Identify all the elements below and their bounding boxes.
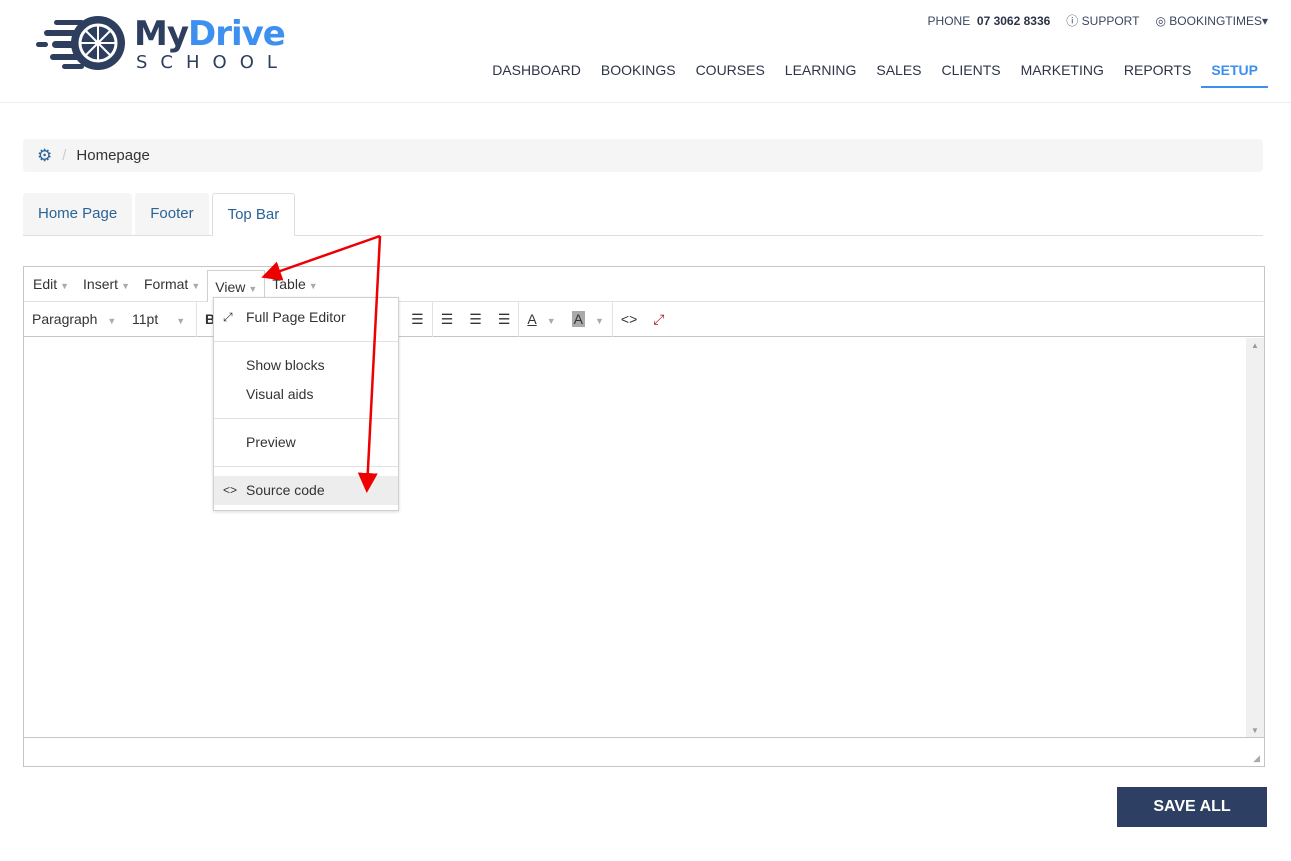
editor-statusbar: ◢ (24, 737, 1264, 766)
save-all-button[interactable]: SAVE ALL (1117, 787, 1267, 827)
source-code-button[interactable]: <> (613, 302, 645, 337)
expand-icon: ⤢ (223, 310, 233, 324)
nav-clients[interactable]: CLIENTS (932, 62, 1011, 88)
block-format-select[interactable]: Paragraph ▼ (24, 302, 124, 337)
question-circle-icon: ⓘ (1066, 14, 1079, 28)
code-icon: <> (223, 483, 238, 497)
brand-name: MyDrive (134, 14, 286, 54)
menu-item-show-blocks[interactable]: Show blocks (214, 351, 398, 380)
nav-setup[interactable]: SETUP (1201, 62, 1268, 88)
menu-edit[interactable]: Edit ▼ (26, 267, 76, 302)
header: MyDrive SCHOOL PHONE 07 3062 8336 ⓘ SUPP… (0, 0, 1291, 103)
editor-content-area[interactable] (24, 338, 1246, 738)
support-link[interactable]: ⓘ SUPPORT (1066, 12, 1139, 29)
resize-handle-icon[interactable]: ◢ (1253, 753, 1260, 764)
brand-subtitle: SCHOOL (136, 52, 290, 73)
editor-toolbar: Paragraph ▼ 11pt ▼ B ☰ ☰ ☰ ☰ A ▼ A ▼ <> ⤢ (24, 301, 1264, 337)
wheel-logo-icon (36, 16, 125, 70)
text-color-button[interactable]: A ▼ (519, 302, 563, 337)
nav-bookings[interactable]: BOOKINGS (591, 62, 686, 88)
nav-sales[interactable]: SALES (866, 62, 931, 88)
tab-footer[interactable]: Footer (135, 193, 209, 235)
account-menu[interactable]: ◎ BOOKINGTIMES▾ (1155, 14, 1268, 28)
numbered-list-icon[interactable]: ☰ (403, 302, 432, 337)
user-circle-icon: ◎ (1155, 13, 1166, 28)
nav-reports[interactable]: REPORTS (1114, 62, 1201, 88)
breadcrumb-current: Homepage (76, 147, 150, 164)
nav-courses[interactable]: COURSES (686, 62, 775, 88)
tab-top-bar[interactable]: Top Bar (211, 193, 296, 236)
phone: PHONE 07 3062 8336 (927, 13, 1051, 28)
menu-item-full-page-editor[interactable]: ⤢ Full Page Editor (214, 303, 398, 332)
nav-marketing[interactable]: MARKETING (1011, 62, 1114, 88)
main-nav: DASHBOARD BOOKINGS COURSES LEARNING SALE… (482, 62, 1268, 88)
scroll-up-icon[interactable]: ▲ (1246, 341, 1264, 350)
top-info: PHONE 07 3062 8336 ⓘ SUPPORT ◎ BOOKINGTI… (928, 12, 1268, 29)
menu-item-visual-aids[interactable]: Visual aids (214, 380, 398, 409)
editor-menubar: Edit ▼ Insert ▼ Format ▼ View ▼ Table ▼ (24, 267, 1264, 302)
menu-insert[interactable]: Insert ▼ (76, 267, 137, 302)
font-size-select[interactable]: 11pt ▼ (124, 302, 196, 337)
align-center-icon[interactable]: ☰ (461, 302, 490, 337)
view-menu-dropdown: ⤢ Full Page Editor Show blocks Visual aid… (213, 297, 399, 511)
menu-format[interactable]: Format ▼ (137, 267, 207, 302)
nav-learning[interactable]: LEARNING (775, 62, 867, 88)
caret-down-icon: ▾ (1261, 13, 1268, 28)
fullscreen-icon[interactable]: ⤢ (645, 302, 672, 337)
scroll-down-icon[interactable]: ▼ (1246, 726, 1264, 735)
gear-icon[interactable]: ⚙ (37, 146, 52, 166)
menu-item-preview[interactable]: Preview (214, 428, 398, 457)
align-left-icon[interactable]: ☰ (433, 302, 462, 337)
breadcrumb-separator: / (62, 147, 67, 164)
tabs: Home Page Footer Top Bar (23, 193, 1263, 236)
breadcrumb: ⚙ / Homepage (23, 139, 1263, 172)
nav-dashboard[interactable]: DASHBOARD (482, 62, 591, 88)
logo[interactable]: MyDrive SCHOOL (36, 14, 296, 74)
tab-home-page[interactable]: Home Page (23, 193, 133, 235)
background-color-button[interactable]: A ▼ (564, 302, 612, 337)
menu-item-source-code[interactable]: <> Source code (214, 476, 398, 505)
rich-text-editor: Edit ▼ Insert ▼ Format ▼ View ▼ Table ▼ Parag… (23, 266, 1265, 767)
align-right-icon[interactable]: ☰ (490, 302, 519, 337)
editor-scrollbar[interactable]: ▲ ▼ (1246, 338, 1264, 738)
